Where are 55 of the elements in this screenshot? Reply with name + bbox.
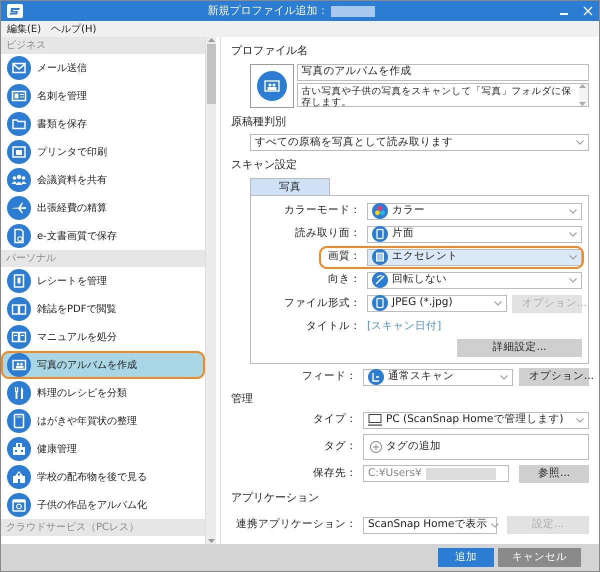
section-heading: 原稿種判別	[231, 114, 287, 130]
field-label: 連携アプリケーション：	[235, 517, 357, 532]
section-heading: 管理	[231, 391, 254, 408]
section-heading: プロファイル名	[231, 43, 309, 59]
field-label: タイプ：	[312, 412, 357, 428]
profile-item[interactable]: 出張経費の精算	[1, 194, 205, 222]
advanced-settings-button[interactable]: 詳細設定...	[457, 339, 582, 358]
profile-item[interactable]: 書類を保存	[1, 110, 205, 138]
profile-item[interactable]: 雑誌をPDFで閲覧	[1, 295, 205, 323]
profile-item[interactable]: 会議資料を共有	[1, 166, 205, 194]
dropdown[interactable]: 片面	[367, 226, 582, 242]
field-label: 向き：	[327, 272, 361, 288]
section-heading: アプリケーション	[231, 490, 320, 506]
browse-button[interactable]: 参照...	[519, 464, 589, 483]
profile-item[interactable]: プリンタで印刷	[1, 138, 205, 166]
detection-dropdown[interactable]: すべての原稿を写真として読み取ります	[250, 134, 589, 151]
tag-field[interactable]: タグの追加	[363, 434, 589, 460]
dropdown[interactable]: カラー	[367, 202, 582, 220]
profile-item[interactable]: 子供の作品をアルバム化	[1, 491, 205, 519]
dropdown[interactable]: JPEG (*.jpg)	[367, 294, 507, 312]
field-label: 画質：	[327, 249, 361, 264]
profile-item[interactable]: マニュアルを処分	[1, 323, 205, 351]
profile-item[interactable]: メール送信	[1, 54, 205, 82]
menu-item[interactable]: ヘルプ(H)	[51, 22, 96, 36]
profile-item[interactable]: 学校の配布物を後で見る	[1, 463, 205, 491]
profile-item[interactable]: はがきや年賀状の整理	[1, 407, 205, 435]
dropdown[interactable]: 回転しない	[367, 272, 582, 288]
profile-item[interactable]: 名刺を管理	[1, 82, 205, 110]
profile-item[interactable]: e-文書画質で保存	[1, 222, 205, 250]
profile-item[interactable]: 写真のアルバムを作成	[1, 351, 205, 379]
save-path-field[interactable]: C:¥Users¥	[363, 465, 509, 482]
field-label: 読み取り面：	[294, 226, 361, 242]
field-label: 保存先：	[312, 466, 357, 481]
field-label: ファイル形式：	[283, 296, 361, 311]
profile-name-field[interactable]: 写真のアルバムを作成	[296, 64, 589, 80]
add-button[interactable]: 追加	[438, 548, 494, 567]
dropdown[interactable]: エクセレント	[367, 248, 582, 266]
field-label: タイトル：	[305, 318, 361, 334]
description-field[interactable]: 古い写真や子供の写真をスキャンして「写真」フォルダに保存します。	[296, 83, 589, 107]
field-label: カラーモード：	[283, 203, 361, 218]
window-title: 新規プロファイル追加：	[208, 2, 328, 19]
group-header: クラウドサービス（PCレス）	[1, 519, 205, 536]
field-label: フィード：	[301, 369, 357, 384]
menu-item[interactable]: 編集(E)	[7, 22, 42, 36]
tab[interactable]: 写真	[250, 178, 330, 194]
group-header: ビジネス	[1, 37, 205, 54]
profile-item[interactable]: レシートを管理	[1, 267, 205, 295]
profile-item[interactable]: 料理のレシピを分類	[1, 379, 205, 407]
application-dropdown[interactable]: ScanSnap Homeで表示	[363, 516, 497, 534]
profile-item[interactable]: 健康管理	[1, 435, 205, 463]
feed-dropdown[interactable]: 通常スキャン	[363, 368, 513, 386]
type-dropdown[interactable]: PC (ScanSnap Homeで管理します)	[363, 412, 589, 429]
section-heading: スキャン設定	[231, 157, 298, 173]
group-header: パーソナル	[1, 250, 205, 267]
field-label: タグ：	[323, 438, 357, 454]
